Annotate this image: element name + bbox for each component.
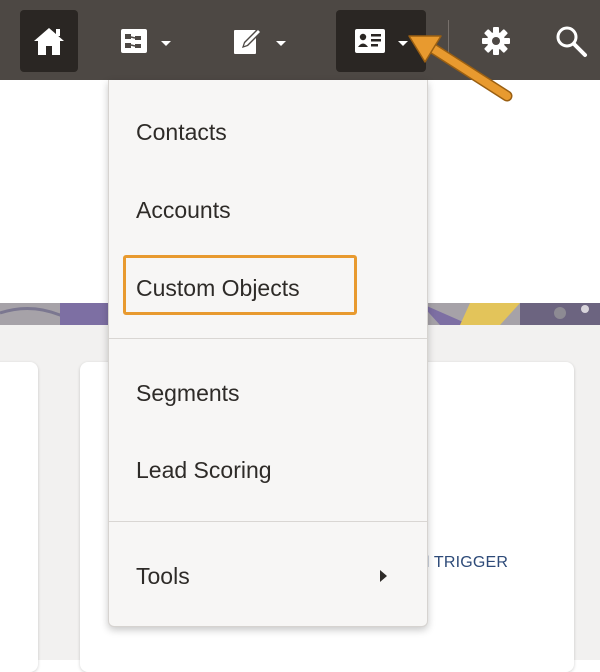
home-icon <box>32 25 66 57</box>
assets-button[interactable] <box>218 10 300 72</box>
chevron-down-icon <box>161 40 171 46</box>
home-button[interactable] <box>20 10 78 72</box>
menu-item-segments[interactable]: Segments <box>109 365 427 421</box>
callout-arrow-icon <box>408 35 513 102</box>
search-icon <box>554 24 588 58</box>
menu-item-custom-objects[interactable]: Custom Objects <box>109 260 427 316</box>
pencil-icon <box>232 26 264 56</box>
menu-item-contacts[interactable]: Contacts <box>109 104 427 160</box>
campaigns-button[interactable] <box>105 10 185 72</box>
email-trigger-link[interactable]: il TRIGGER <box>422 554 508 572</box>
contact-card-icon <box>354 28 386 54</box>
contacts-dropdown-menu: Contacts Accounts Custom Objects Segment… <box>108 80 428 627</box>
menu-divider <box>109 338 427 339</box>
menu-item-label: Custom Objects <box>136 274 300 301</box>
content-card <box>0 362 38 672</box>
menu-item-label: Accounts <box>136 196 231 223</box>
menu-item-label: Lead Scoring <box>136 456 272 483</box>
menu-item-label: Tools <box>136 562 190 589</box>
search-button[interactable] <box>542 10 600 72</box>
menu-item-label: Contacts <box>136 118 227 145</box>
menu-item-label: Segments <box>136 379 240 406</box>
campaigns-icon <box>119 27 149 55</box>
menu-divider <box>109 521 427 522</box>
chevron-right-icon <box>380 570 387 582</box>
menu-item-tools[interactable]: Tools <box>109 548 427 604</box>
menu-item-accounts[interactable]: Accounts <box>109 182 427 238</box>
chevron-down-icon <box>276 40 286 46</box>
menu-item-lead-scoring[interactable]: Lead Scoring <box>109 442 427 498</box>
